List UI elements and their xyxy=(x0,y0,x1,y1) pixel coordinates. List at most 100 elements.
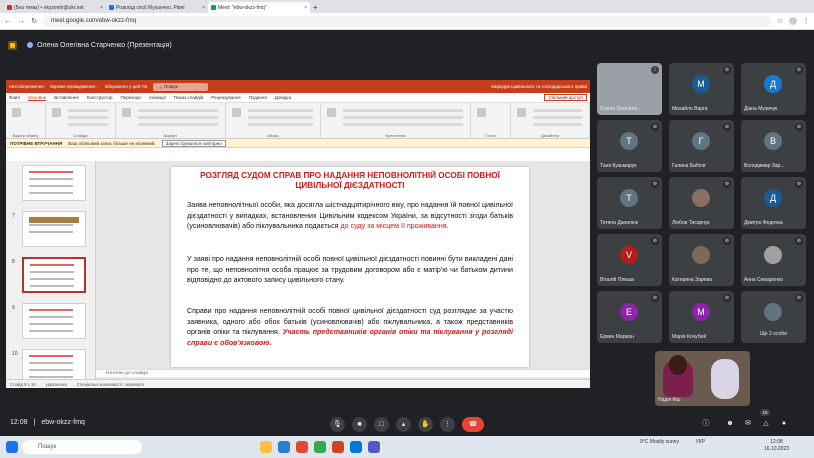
profile-avatar[interactable] xyxy=(789,17,797,25)
windows-start-icon[interactable] xyxy=(6,441,18,453)
ribbon-control[interactable] xyxy=(343,123,463,126)
ribbon-control[interactable] xyxy=(68,123,108,126)
thumb-line xyxy=(29,178,73,180)
ppt-menu-item[interactable]: Подання xyxy=(249,95,267,100)
participant-tile[interactable]: Е ⊘ Ервин Мариан xyxy=(597,291,662,343)
word-icon[interactable] xyxy=(278,441,290,453)
lock-button[interactable]: ● xyxy=(778,418,790,430)
activities-button[interactable]: △ xyxy=(760,418,772,430)
ribbon-group-label: Абзац xyxy=(267,133,279,138)
people-button[interactable]: ☻ xyxy=(724,418,736,430)
ppt-menu-item[interactable]: Вставлення xyxy=(54,95,79,100)
slide-thumbnail[interactable] xyxy=(22,257,86,293)
new-tab-button[interactable]: + xyxy=(313,2,318,13)
ppt-menu-item[interactable]: Довідка xyxy=(275,95,291,100)
chrome-icon[interactable] xyxy=(314,441,326,453)
leave-call-button[interactable]: ☎ xyxy=(462,417,484,432)
ribbon-button[interactable] xyxy=(52,108,61,117)
participant-tile[interactable]: Д ⊘ Дмитро Федочка xyxy=(741,177,806,229)
ribbon-control[interactable] xyxy=(68,116,108,119)
status-access[interactable]: Спеціальні можливості: перевірте xyxy=(77,382,144,387)
ppt-menu-item[interactable]: Рецензування xyxy=(211,95,240,100)
ribbon-control[interactable] xyxy=(343,116,463,119)
ppt-autosave[interactable]: Автозбереження xyxy=(9,84,44,89)
ppt-menu-tabs: Файл Основне Вставлення Конструктор Переходи… xyxy=(6,93,590,103)
ribbon-control[interactable] xyxy=(138,116,218,119)
ribbon-control[interactable] xyxy=(533,116,582,119)
ribbon-control[interactable] xyxy=(138,123,218,126)
windows-taskbar: Пошук 9°C Mostly sunny УКР 12:08 16.10.2… xyxy=(0,436,814,458)
ppt-menu-item[interactable]: Переходи xyxy=(120,95,140,100)
ppt-reregister-button[interactable]: Зареєструватися повторно xyxy=(161,139,226,147)
participant-tile[interactable]: Т ⊘ Таня Кузьмарук xyxy=(597,120,662,172)
participant-tile[interactable]: ⊘ Анна Семаренко xyxy=(741,234,806,286)
ribbon-control[interactable] xyxy=(533,123,582,126)
mic-button[interactable]: 🎙 xyxy=(330,417,345,432)
tab-close-icon[interactable]: × xyxy=(202,5,205,11)
ppt-menu-item[interactable]: Конструктор xyxy=(87,95,113,100)
ribbon-control[interactable] xyxy=(68,109,108,112)
participant-tile[interactable]: Г ⊘ Галина Бабіля xyxy=(669,120,734,172)
reload-icon[interactable]: ↻ xyxy=(30,17,38,25)
ppt-menu-item[interactable]: Показ слайдів xyxy=(174,95,203,100)
ribbon-control[interactable] xyxy=(343,109,463,112)
ribbon-control[interactable] xyxy=(248,109,313,112)
participant-tile[interactable]: ⊘ Катерина Зарева xyxy=(669,234,734,286)
more-options-button[interactable]: ⋮ xyxy=(440,417,455,432)
participant-tile[interactable]: ⁞ Олена Олегівна ... xyxy=(597,63,662,115)
system-tray: 9°C Mostly sunny УКР xyxy=(640,439,705,445)
ppt-menu-item[interactable]: Анімації xyxy=(149,95,166,100)
ppt-menu-item[interactable]: Основне xyxy=(28,95,47,101)
ribbon-button[interactable] xyxy=(232,108,241,117)
ribbon-button[interactable] xyxy=(122,108,131,117)
ppt-share-button[interactable]: Спільний доступ xyxy=(544,94,587,101)
browser-tab[interactable]: (Без темы) • nkyzeeitr@ukr.net × xyxy=(4,2,106,13)
ribbon-control[interactable] xyxy=(138,109,218,112)
slide-thumbnail[interactable] xyxy=(22,165,86,201)
captions-button[interactable]: □ xyxy=(374,417,389,432)
participant-tile[interactable]: М ⊘ Михайло Варга xyxy=(669,63,734,115)
ribbon-button[interactable] xyxy=(327,108,336,117)
participant-tile[interactable]: В ⊘ Володимир Зар... xyxy=(741,120,806,172)
participant-tile[interactable]: Т ⊘ Тетяна Данилюк xyxy=(597,177,662,229)
browser-tab[interactable]: Розклад сесії Муканчео. Рівні × xyxy=(106,2,208,13)
lang-indicator[interactable]: УКР xyxy=(696,439,705,445)
forward-icon[interactable]: → xyxy=(17,18,25,25)
ribbon-control[interactable] xyxy=(533,109,582,112)
ribbon-button[interactable] xyxy=(477,108,486,117)
ppt-search-box[interactable]: 🔍 Пошук xyxy=(153,82,208,91)
powerpoint-icon[interactable] xyxy=(332,441,344,453)
system-clock[interactable]: 12:08 16.10.2023 xyxy=(764,439,789,453)
edge-icon[interactable] xyxy=(350,441,362,453)
ribbon-button[interactable] xyxy=(12,108,21,117)
slide-thumbnail[interactable] xyxy=(22,211,86,247)
participant-tile[interactable]: М ⊘ Марія Кочубей xyxy=(669,291,734,343)
taskbar-search[interactable]: Пошук xyxy=(22,440,142,454)
chat-button[interactable]: ✉ xyxy=(742,418,754,430)
participant-tile[interactable]: Д ⊘ Діана Музичук xyxy=(741,63,806,115)
tab-close-icon[interactable]: × xyxy=(304,5,307,11)
participant-tile[interactable]: V ⊘ Віталій Плеша xyxy=(597,234,662,286)
url-field[interactable]: meet.google.com/ebw-okzz-fmq xyxy=(43,15,771,27)
ribbon-control[interactable] xyxy=(248,116,313,119)
tab-close-icon[interactable]: × xyxy=(100,5,103,11)
notes-pane[interactable]: Нотатки до слайда xyxy=(96,369,590,377)
raise-hand-button[interactable]: ✋ xyxy=(418,417,433,432)
ribbon-button[interactable] xyxy=(517,108,526,117)
teams-icon[interactable] xyxy=(368,441,380,453)
camera-button[interactable]: ■ xyxy=(352,417,367,432)
browser-tab[interactable]: Meet: "ebw-okzz-fmq" × xyxy=(208,2,310,13)
star-icon[interactable]: ☆ xyxy=(776,17,784,25)
present-button[interactable]: ▴ xyxy=(396,417,411,432)
ppt-menu-item[interactable]: Файл xyxy=(9,95,20,100)
explorer-icon[interactable] xyxy=(260,441,272,453)
back-icon[interactable]: ← xyxy=(4,18,12,25)
ribbon-control[interactable] xyxy=(248,123,313,126)
participant-tile[interactable]: ⊘ Ще 2 особи xyxy=(741,291,806,343)
slide-thumbnail[interactable] xyxy=(22,303,86,339)
self-view-tile[interactable]: Надія Кіш xyxy=(655,351,750,406)
app-icon[interactable] xyxy=(296,441,308,453)
participant-tile[interactable]: ⊘ Любов Тисарчук xyxy=(669,177,734,229)
info-button[interactable]: ⓘ xyxy=(700,418,712,430)
menu-icon[interactable]: ⋮ xyxy=(802,17,810,25)
